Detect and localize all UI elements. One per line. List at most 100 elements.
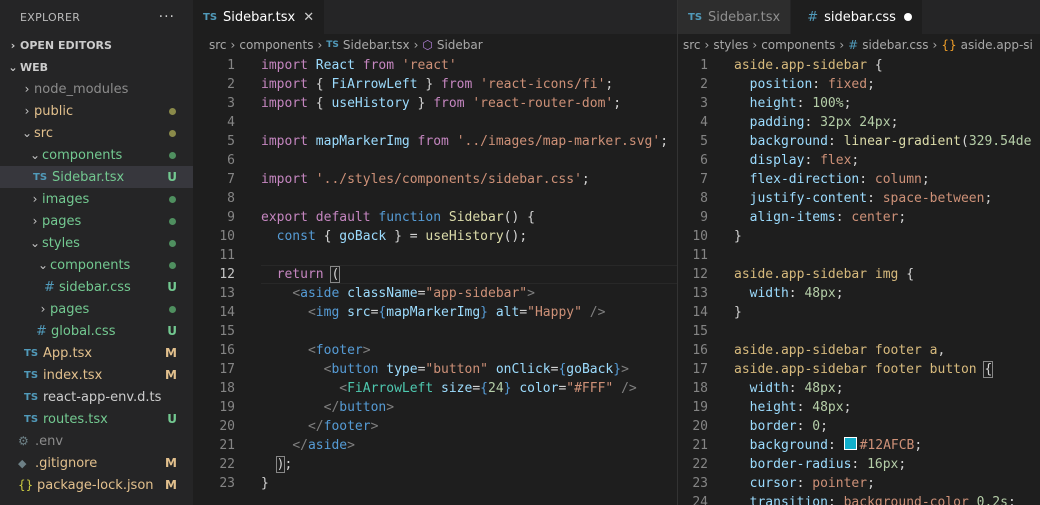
explorer-sidebar: EXPLORER ··· › OPEN EDITORS ⌄ WEB › node… [0,0,193,505]
tree-item-images[interactable]: › images [0,188,193,210]
css-file-icon: # [36,323,47,339]
code-line: 4 padding: 32px 24px; [700,115,899,130]
tree-item-components[interactable]: ⌄ components [0,144,193,166]
open-editors-section[interactable]: › OPEN EDITORS [0,34,193,56]
modified-dot-icon [169,129,176,137]
code-editor-right[interactable]: 1 aside.app-sidebar { 2 position: fixed; … [678,56,1040,505]
code-line: 18 <FiArrowLeft size={24} color="#FFF" /… [219,381,637,396]
code-line: 1 aside.app-sidebar { [700,58,883,73]
git-status-badge: M [165,368,177,382]
color-swatch[interactable] [843,437,857,450]
breadcrumb-item[interactable]: aside.app-si [961,38,1033,52]
code-line: 3 import { useHistory } from 'react-route… [227,96,622,111]
breadcrumb-item[interactable]: src [683,38,701,52]
tree-item-sidebar-css[interactable]: # sidebar.css U [0,276,193,298]
tab-label: Sidebar.tsx [708,9,781,25]
tree-item-node-modules[interactable]: › node_modules [0,78,193,100]
typescript-file-icon: TS [24,391,39,403]
tree-item-gitignore[interactable]: ◆ .gitignore M [0,452,193,474]
code-line-current: 12 return ( [193,265,677,284]
unsaved-dot-icon[interactable] [903,13,912,21]
code-line: 2 position: fixed; [700,77,875,92]
tree-item-pages[interactable]: › pages [0,210,193,232]
breadcrumb: src › components › TS Sidebar.tsx › ⬡ Sidebar [193,34,677,56]
code-line: 6 [227,153,235,168]
css-file-icon: # [807,9,819,25]
tree-item-styles-pages[interactable]: › pages [0,298,193,320]
tree-item-label: components [42,147,123,163]
chevron-right-icon: › [839,38,845,52]
code-line: 4 [227,115,235,130]
tree-item-env[interactable]: ⚙ .env [0,430,193,452]
code-line: 3 height: 100%; [700,96,852,111]
json-file-icon: {} [18,478,34,492]
code-line: 21 background: #12AFCB; [692,437,923,453]
code-line: 11 [219,248,235,263]
git-file-icon: ◆ [18,456,27,470]
tree-item-app-tsx[interactable]: TS App.tsx M [0,342,193,364]
code-line: 13 width: 48px; [692,286,844,301]
tab-sidebar-tsx-inactive[interactable]: TS Sidebar.tsx [678,0,792,34]
tree-item-styles[interactable]: ⌄ styles [0,232,193,254]
git-status-badge: U [167,324,177,338]
code-line: 10 const { goBack } = useHistory(); [219,229,528,244]
code-line: 7 import '../styles/components/sidebar.cs… [227,172,590,187]
workspace-root-label: WEB [20,60,49,74]
untracked-dot-icon [169,239,176,247]
tab-sidebar-css[interactable]: # sidebar.css [791,0,923,34]
git-status-badge: U [167,170,177,184]
tree-item-styles-components[interactable]: ⌄ components [0,254,193,276]
tree-item-label: pages [50,301,90,317]
breadcrumb-item[interactable]: components [239,38,313,52]
git-status-badge: U [167,280,177,294]
typescript-file-icon: TS [33,171,48,183]
tab-bar: TS Sidebar.tsx ✕ [193,0,677,34]
breadcrumb-item[interactable]: styles [713,38,748,52]
editor-group-right: TS Sidebar.tsx # sidebar.css src › styles… [677,0,1040,505]
breadcrumb-item[interactable]: Sidebar [437,38,483,52]
code-line: 11 [692,248,708,263]
tree-item-label: images [42,191,90,207]
code-line: 24 transition: background-color 0.2s; [692,495,1016,505]
tab-label: sidebar.css [824,9,896,25]
untracked-dot-icon [169,217,176,225]
code-line: 21 </aside> [219,438,355,453]
chevron-right-icon: › [24,104,30,118]
typescript-file-icon: TS [24,347,39,359]
breadcrumb-item[interactable]: src [209,38,227,52]
code-line: 20 border: 0; [692,419,828,434]
code-line: 18 width: 48px; [692,381,844,396]
workspace-root[interactable]: ⌄ WEB [0,56,193,78]
explorer-title: EXPLORER [20,10,81,24]
chevron-right-icon: › [32,192,38,206]
tree-item-label: package-lock.json [37,477,154,493]
gear-icon: ⚙ [18,434,29,448]
tree-item-react-app-env[interactable]: TS react-app-env.d.ts [0,386,193,408]
breadcrumb-item[interactable]: sidebar.css [862,38,928,52]
breadcrumb-item[interactable]: Sidebar.tsx [343,38,410,52]
untracked-dot-icon [169,305,176,313]
code-editor-left[interactable]: 1 import React from 'react' 2 import { FiA… [193,56,677,493]
tab-sidebar-tsx[interactable]: TS Sidebar.tsx ✕ [193,0,326,34]
breadcrumb-item[interactable]: components [761,38,835,52]
tree-item-index-tsx[interactable]: TS index.tsx M [0,364,193,386]
more-actions-icon[interactable]: ··· [159,9,175,25]
tree-item-package-lock[interactable]: {} package-lock.json M [0,474,193,496]
chevron-right-icon: › [230,38,236,52]
code-line: 12 aside.app-sidebar img { [692,267,915,282]
tree-item-sidebar-tsx[interactable]: TS Sidebar.tsx U [0,166,193,188]
typescript-file-icon: TS [326,40,339,50]
tab-label: Sidebar.tsx [223,9,296,25]
git-status-badge: U [167,412,177,426]
code-line: 19 </button> [219,400,395,415]
tree-item-label: styles [42,235,80,251]
css-file-icon: # [848,38,859,52]
tree-item-routes-tsx[interactable]: TS routes.tsx U [0,408,193,430]
tree-item-public[interactable]: › public [0,100,193,122]
close-icon[interactable]: ✕ [303,10,314,25]
tree-item-global-css[interactable]: # global.css U [0,320,193,342]
open-editors-label: OPEN EDITORS [20,38,112,52]
modified-dot-icon [169,107,176,115]
tree-item-label: .gitignore [35,455,98,471]
tree-item-src[interactable]: ⌄ src [0,122,193,144]
